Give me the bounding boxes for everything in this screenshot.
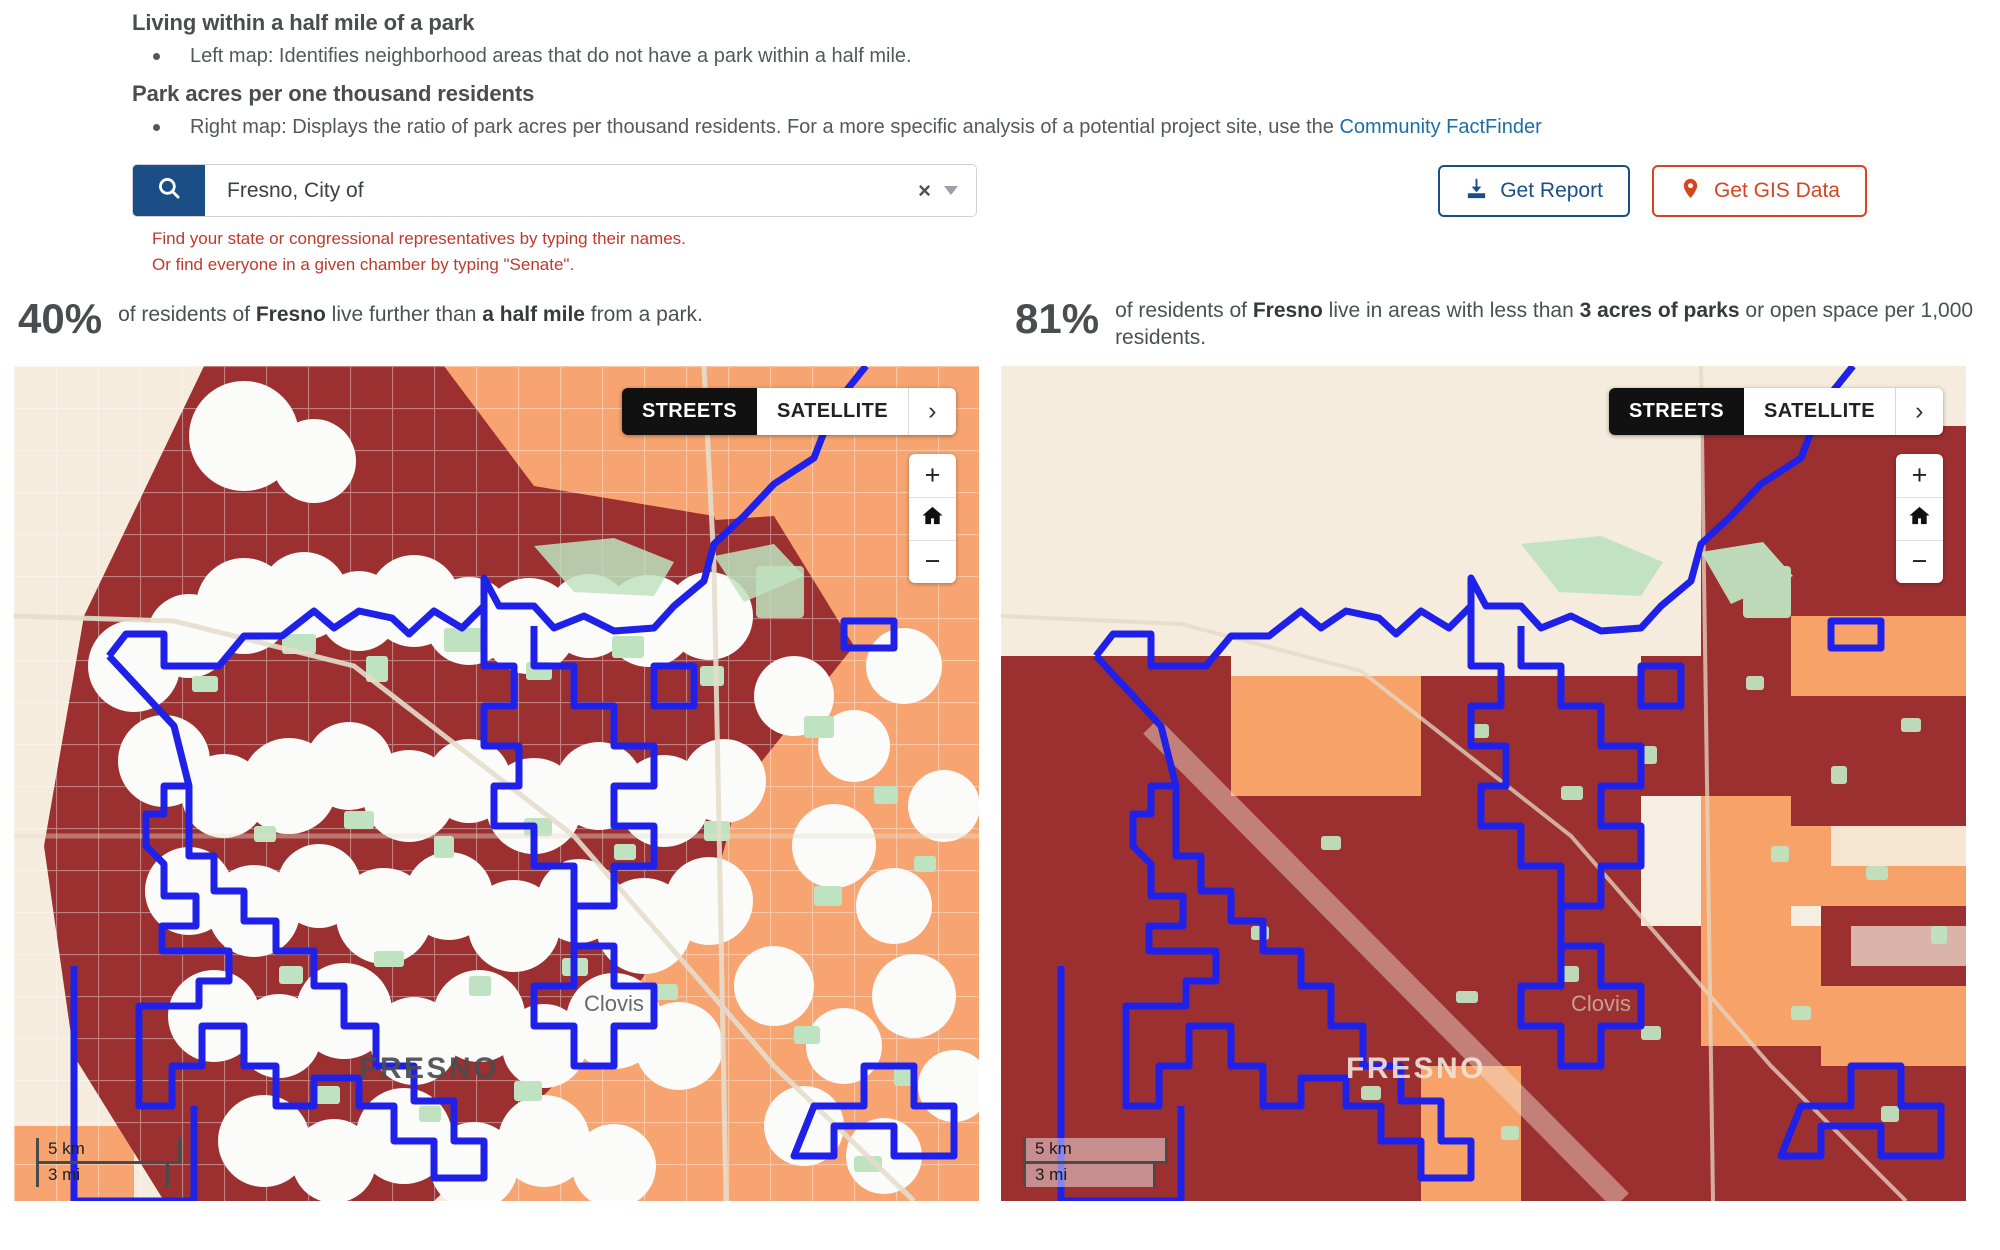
home-button-right[interactable] xyxy=(1896,496,1943,540)
map-pin-icon xyxy=(1679,177,1702,206)
scale-mi-left: 3 mi xyxy=(36,1163,169,1187)
get-gis-data-label: Get GIS Data xyxy=(1713,179,1840,202)
search-input[interactable] xyxy=(205,165,919,216)
basemap-more-right[interactable]: › xyxy=(1895,387,1943,435)
basemap-streets-left[interactable]: STREETS xyxy=(621,387,757,435)
basemap-toggle-right[interactable]: STREETS SATELLITE › xyxy=(1608,387,1943,435)
stat-right-percent: 81% xyxy=(1015,295,1100,342)
stat-right-text-1: of residents of xyxy=(1115,299,1253,322)
stat-right-text: of residents of Fresno live in areas wit… xyxy=(1115,295,1980,352)
stat-right-text-2: live in areas with less than xyxy=(1322,299,1580,322)
svg-text:FRESNO: FRESNO xyxy=(1346,1052,1486,1085)
search-row: × Find your state or congressional repre… xyxy=(132,164,1867,277)
search-submit-button[interactable] xyxy=(133,165,205,216)
stat-left-text-1: of residents of xyxy=(118,303,256,326)
stat-right: 81% of residents of Fresno live in areas… xyxy=(1015,295,1980,352)
zoom-controls-right[interactable]: + − xyxy=(1896,453,1943,583)
page-header: Living within a half mile of a park Left… xyxy=(0,0,2000,277)
map-right-canvas[interactable]: FRESNO Clovis xyxy=(1001,365,1966,1201)
stat-left-bold-2: a half mile xyxy=(482,303,585,326)
scale-bar-right: 5 km 3 mi xyxy=(1023,1137,1168,1187)
basemap-toggle-left[interactable]: STREETS SATELLITE › xyxy=(621,387,956,435)
basemap-satellite-left[interactable]: SATELLITE xyxy=(756,387,908,435)
get-report-button[interactable]: Get Report xyxy=(1438,165,1630,217)
download-icon xyxy=(1465,177,1488,206)
search-helper-line-2: Or find everyone in a given chamber by t… xyxy=(152,254,575,274)
header-bullet-acres: Right map: Displays the ratio of park ac… xyxy=(153,113,2000,142)
stat-right-bold-2: 3 acres of parks xyxy=(1579,299,1740,322)
scale-bar-left: 5 km 3 mi xyxy=(36,1137,181,1187)
stat-left-text: of residents of Fresno live further than… xyxy=(118,295,703,328)
get-report-label: Get Report xyxy=(1500,179,1603,202)
stat-left-bold-1: Fresno xyxy=(255,303,326,326)
svg-text:Clovis: Clovis xyxy=(584,991,644,1016)
stat-left-percent: 40% xyxy=(18,295,103,342)
header-section-acres: Park acres per one thousand residents Ri… xyxy=(0,81,2000,142)
svg-text:FRESNO: FRESNO xyxy=(359,1052,499,1085)
basemap-satellite-right[interactable]: SATELLITE xyxy=(1743,387,1895,435)
chevron-down-icon[interactable] xyxy=(944,186,958,195)
header-bullet-halfmile: Left map: Identifies neighborhood areas … xyxy=(153,42,2000,71)
zoom-in-button-left[interactable]: + xyxy=(909,454,956,497)
svg-text:Clovis: Clovis xyxy=(1571,991,1631,1016)
stat-left-text-3: from a park. xyxy=(584,303,703,326)
get-gis-data-button[interactable]: Get GIS Data xyxy=(1651,165,1867,217)
header-title-halfmile: Living within a half mile of a park xyxy=(132,10,475,35)
maps-container: FRESNO Clovis STREETS SATELLITE › + − 5 … xyxy=(0,365,2000,1201)
zoom-controls-left[interactable]: + − xyxy=(909,453,956,583)
stat-right-bold-1: Fresno xyxy=(1252,299,1323,322)
stats-row: 40% of residents of Fresno live further … xyxy=(0,295,2000,352)
home-button-left[interactable] xyxy=(909,496,956,540)
search-helper-text: Find your state or congressional represe… xyxy=(152,226,977,277)
map-left[interactable]: FRESNO Clovis STREETS SATELLITE › + − 5 … xyxy=(14,365,979,1201)
header-section-halfmile: Living within a half mile of a park Left… xyxy=(0,10,2000,71)
scale-km-right: 5 km xyxy=(1023,1137,1168,1164)
search-box[interactable]: × xyxy=(132,164,977,217)
basemap-streets-right[interactable]: STREETS xyxy=(1608,387,1744,435)
close-icon[interactable]: × xyxy=(918,179,931,202)
home-icon xyxy=(1908,503,1931,534)
zoom-out-button-right[interactable]: − xyxy=(1896,539,1943,583)
action-buttons: Get Report Get GIS Data xyxy=(1438,164,1867,217)
scale-mi-right: 3 mi xyxy=(1023,1163,1156,1187)
scale-km-left: 5 km xyxy=(36,1137,181,1164)
community-factfinder-link[interactable]: Community FactFinder xyxy=(1339,116,1541,138)
header-title-acres: Park acres per one thousand residents xyxy=(132,81,535,106)
map-right[interactable]: FRESNO Clovis STREETS SATELLITE › + − 5 … xyxy=(1001,365,1966,1201)
map-left-canvas[interactable]: FRESNO Clovis xyxy=(14,365,979,1201)
zoom-out-button-left[interactable]: − xyxy=(909,539,956,583)
basemap-more-left[interactable]: › xyxy=(908,387,956,435)
search-icon xyxy=(156,175,182,206)
home-icon xyxy=(921,503,944,534)
zoom-in-button-right[interactable]: + xyxy=(1896,454,1943,497)
stat-left: 40% of residents of Fresno live further … xyxy=(0,295,1005,352)
header-bullet-halfmile-text: Left map: Identifies neighborhood areas … xyxy=(190,45,912,67)
search-helper-line-1: Find your state or congressional represe… xyxy=(152,229,686,248)
header-bullet-acres-text: Right map: Displays the ratio of park ac… xyxy=(190,116,1340,138)
search-clear-button[interactable]: × xyxy=(918,165,976,216)
stat-left-text-2: live further than xyxy=(325,303,483,326)
